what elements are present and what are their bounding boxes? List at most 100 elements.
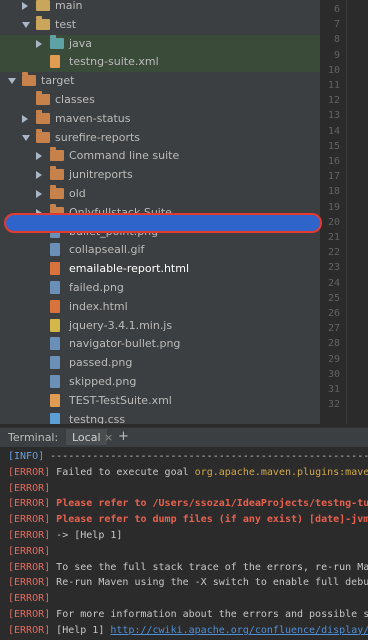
log-text: Please refer to /Users/ssoza1/IdeaProjec…	[56, 498, 368, 510]
project-tree[interactable]: main test java testng-suite.xml target classe…	[0, 0, 320, 424]
tree-item-label: junitreports	[69, 168, 133, 182]
terminal-line: [ERROR]	[8, 546, 50, 557]
log-text: For more information about the errors an…	[56, 609, 368, 620]
line-number: 14	[327, 125, 340, 137]
html-file-icon	[50, 262, 60, 276]
line-number: 8	[333, 34, 340, 46]
tree-item[interactable]: test	[0, 15, 320, 35]
tree-item-label: failed.png	[69, 281, 124, 294]
terminal-line: [ERROR] Re-run Maven using the -X switch…	[8, 577, 368, 588]
terminal-line: [ERROR] -> [Help 1]	[8, 530, 122, 541]
collapse-right-arrow-icon[interactable]	[36, 39, 42, 48]
collapse-right-arrow-icon[interactable]	[36, 152, 42, 161]
line-number: 22	[327, 247, 340, 259]
tree-item-label: jquery-3.4.1.min.js	[69, 318, 173, 332]
tree-item[interactable]: navigator-bullet.png	[0, 335, 320, 354]
line-number: 28	[327, 338, 340, 350]
collapse-right-arrow-icon[interactable]	[36, 190, 42, 198]
log-level-tag: [ERROR]	[8, 530, 51, 541]
folder-icon	[50, 34, 64, 49]
help-link[interactable]: http://cwiki.apache.org/confluence/displ…	[110, 625, 368, 636]
tree-item[interactable]: old	[0, 185, 320, 204]
tree-item[interactable]: emailable-report.html	[0, 260, 320, 279]
tree-item[interactable]: java	[0, 34, 320, 54]
terminal-line: [ERROR] Failed to execute goal org.apach…	[8, 467, 368, 478]
line-number: 18	[327, 186, 340, 198]
tree-item[interactable]: testng-suite.xml	[0, 53, 320, 73]
log-text: ----------------------------------------…	[50, 451, 368, 462]
collapse-right-arrow-icon[interactable]	[36, 171, 42, 180]
folder-icon	[22, 72, 36, 87]
tree-item-label: target	[41, 74, 75, 88]
tree-item[interactable]: failed.png	[0, 279, 320, 298]
line-number: 13	[327, 110, 340, 122]
line-number: 30	[327, 368, 340, 380]
line-number: 29	[327, 353, 340, 365]
tree-item[interactable]: main	[0, 0, 320, 16]
folder-icon	[36, 109, 50, 124]
tree-item[interactable]: jquery-3.4.1.min.js	[0, 317, 320, 336]
expand-down-arrow-icon[interactable]	[22, 134, 30, 141]
terminal-line: [ERROR] [Help 1] http://cwiki.apache.org…	[8, 625, 368, 636]
tree-item[interactable]: TEST-TestSuite.xml	[0, 392, 320, 411]
tree-item[interactable]: target	[0, 72, 320, 91]
log-level-tag: [ERROR]	[8, 593, 51, 605]
xml-file-icon	[50, 393, 60, 407]
log-text: -> [Help 1]	[50, 530, 123, 541]
tree-item[interactable]: passed.png	[0, 354, 320, 373]
expand-down-arrow-icon[interactable]	[8, 78, 16, 85]
editor-gutter: 6 7 8 9 10 11 12 13 14 15 16 17 18 19 20 21 22 23 24 25 26 27…	[320, 0, 368, 424]
log-level-tag: [INFO]	[8, 451, 45, 462]
terminal-line: [ERROR]	[8, 483, 50, 494]
line-number: 32	[327, 399, 340, 411]
terminal-line: [ERROR] Please refer to dump files (if a…	[8, 514, 368, 525]
line-number: 24	[327, 277, 340, 289]
line-number: 21	[327, 232, 340, 243]
tree-item[interactable]: testng.css	[0, 411, 320, 424]
close-tab-icon[interactable]: ×	[104, 431, 113, 444]
tree-item-label: skipped.png	[69, 375, 137, 388]
log-level-tag: [ERROR]	[8, 577, 51, 589]
img-file-icon	[50, 375, 60, 388]
tab-local[interactable]: Local	[66, 429, 107, 445]
log-level-tag: [ERROR]	[8, 466, 51, 478]
log-text: Failed to execute goal	[50, 466, 195, 478]
tree-item[interactable]: junitreports	[0, 166, 320, 185]
tree-item-label: maven-status	[55, 111, 131, 125]
log-level-tag: [ERROR]	[8, 624, 51, 636]
tree-item[interactable]: index.html	[0, 298, 320, 317]
img-file-icon	[50, 281, 60, 294]
expand-down-arrow-icon[interactable]	[22, 21, 30, 28]
tree-item[interactable]: classes	[0, 91, 320, 110]
tree-item-label: collapseall.gif	[69, 243, 145, 257]
editor-right-margin-guide	[346, 0, 347, 424]
selected-file-highlight	[4, 213, 322, 233]
line-number: 23	[327, 262, 340, 274]
tree-item[interactable]: maven-status	[0, 109, 320, 129]
tree-item[interactable]: surefire-reports	[0, 128, 320, 148]
collapse-right-arrow-icon[interactable]	[22, 114, 28, 123]
log-text: To see the full stack trace of the error…	[56, 561, 368, 573]
log-text: [Help 1]	[50, 624, 111, 636]
terminal-output[interactable]: [INFO] ---------------------------------…	[0, 447, 368, 640]
add-terminal-icon[interactable]: +	[118, 429, 129, 444]
tree-item-label: java	[69, 36, 93, 50]
line-number: 9	[333, 49, 340, 61]
collapse-right-arrow-icon[interactable]	[22, 2, 28, 10]
tree-item-label: classes	[55, 93, 95, 106]
line-number: 7	[333, 19, 340, 31]
tree-item[interactable]: Command line suite	[0, 147, 320, 166]
tree-item[interactable]: collapseall.gif	[0, 241, 320, 260]
terminal-toolbar: Terminal: Local × +	[0, 427, 368, 447]
tree-item-label: TEST-TestSuite.xml	[69, 393, 172, 407]
terminal-line: [ERROR]	[8, 593, 50, 604]
folder-icon	[50, 147, 64, 162]
line-number: 16	[327, 156, 340, 167]
line-number: 15	[327, 140, 340, 152]
tree-item-label: main	[55, 0, 83, 12]
html-file-icon	[50, 299, 60, 313]
log-level-tag: [ERROR]	[8, 561, 51, 573]
line-number: 12	[327, 95, 340, 107]
tree-item-label: testng.css	[69, 412, 126, 424]
tree-item[interactable]: skipped.png	[0, 373, 320, 392]
